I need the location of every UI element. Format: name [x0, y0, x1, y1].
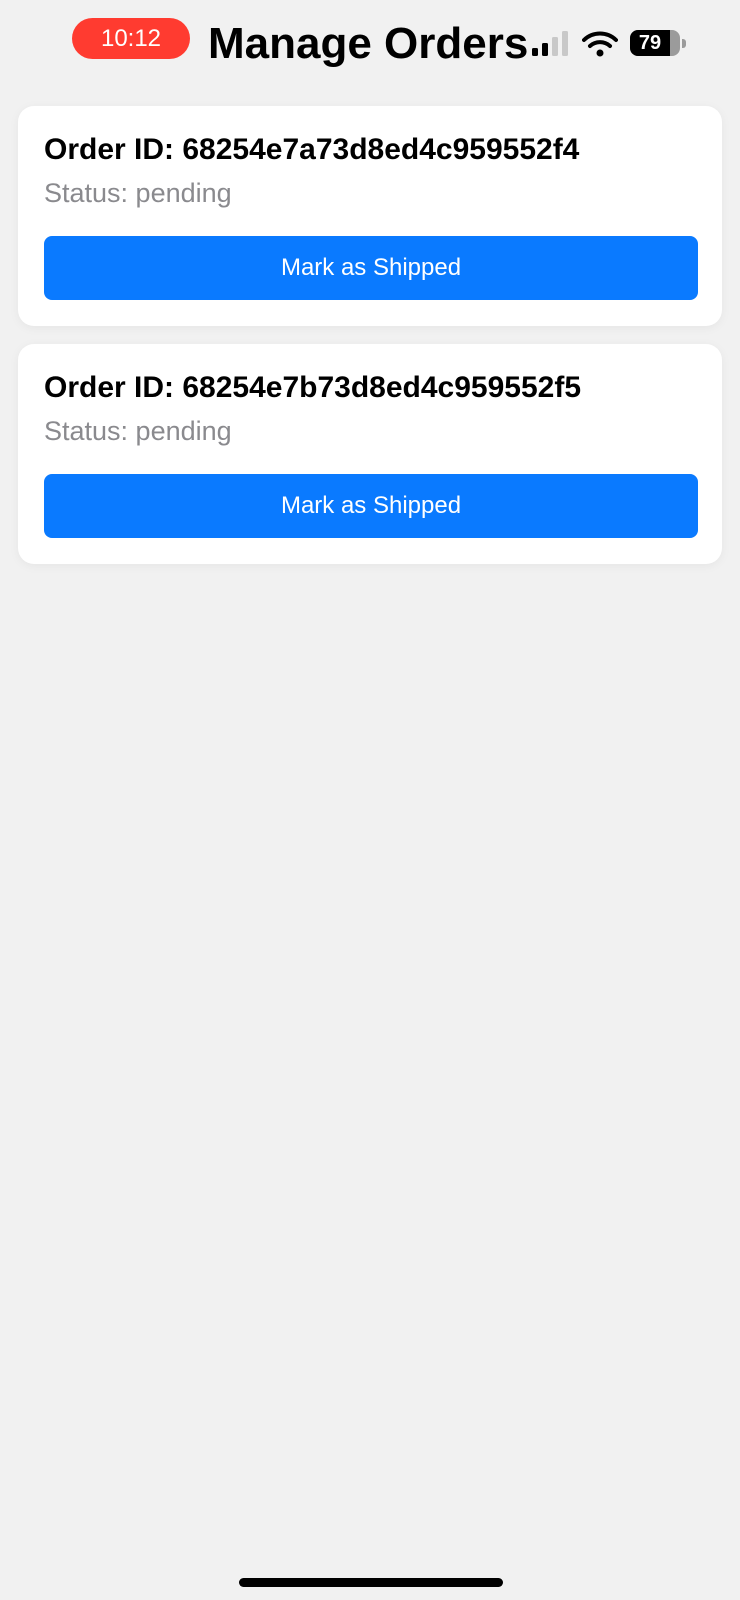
order-id: Order ID: 68254e7b73d8ed4c959552f5 — [44, 371, 582, 404]
mark-as-shipped-button[interactable]: Mark as Shipped — [44, 236, 698, 300]
order-card: Order ID: 68254e7b73d8ed4c959552f5 Statu… — [18, 344, 722, 564]
wifi-icon — [582, 31, 618, 57]
battery-level: 79 — [638, 32, 662, 54]
mark-as-shipped-button[interactable]: Mark as Shipped — [44, 474, 698, 538]
home-indicator[interactable] — [239, 1578, 503, 1587]
battery-tip — [682, 39, 686, 48]
cellular-signal-icon — [532, 31, 568, 56]
battery-icon: 79 — [630, 30, 686, 56]
order-status: Status: pending — [44, 416, 232, 446]
order-list: Order ID: 68254e7a73d8ed4c959552f4 Statu… — [18, 106, 722, 582]
status-time: 10:12 — [72, 18, 190, 59]
order-card: Order ID: 68254e7a73d8ed4c959552f4 Statu… — [18, 106, 722, 326]
page-title: Manage Orders — [208, 19, 529, 68]
battery-body: 79 — [630, 30, 680, 56]
order-status: Status: pending — [44, 178, 232, 208]
order-id: Order ID: 68254e7a73d8ed4c959552f4 — [44, 133, 580, 166]
